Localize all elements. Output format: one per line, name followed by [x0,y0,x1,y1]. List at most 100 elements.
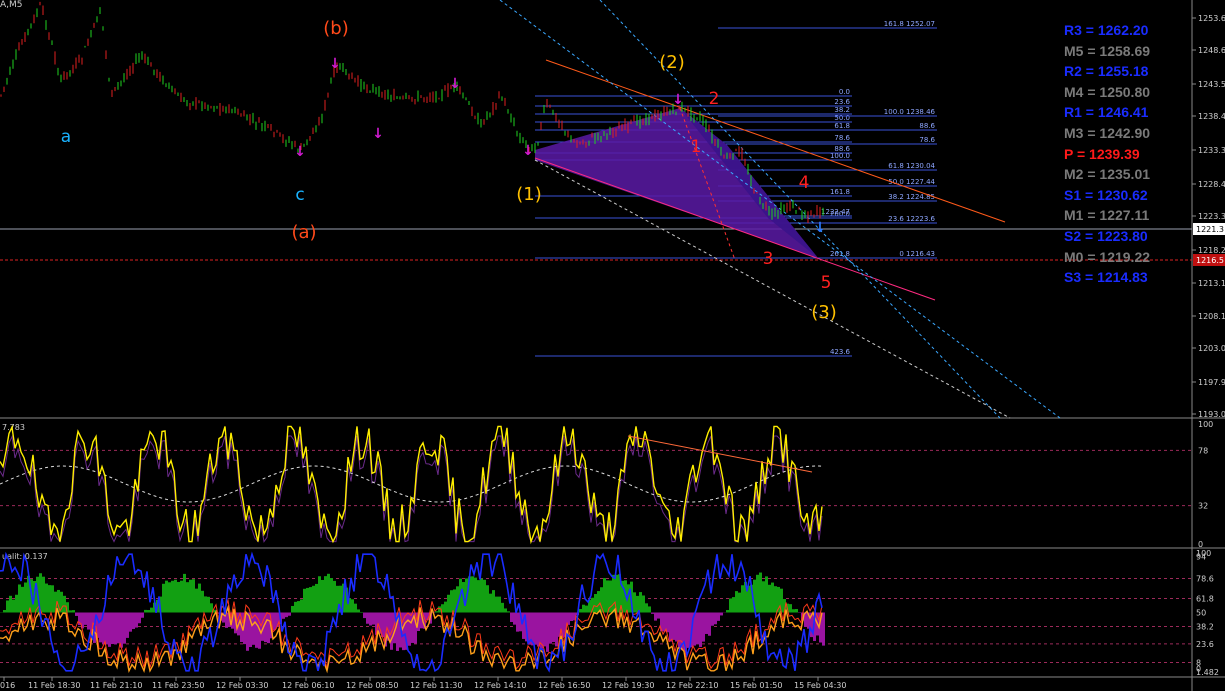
fib-ext-label: 0 1216.43 [899,250,935,258]
osc2-histogram-bar [21,586,24,613]
pivot-levels: R3 = 1262.20 M5 = 1258.69 R2 = 1255.18 M4 =… [1064,20,1224,288]
osc2-histogram-bar [147,610,150,613]
osc2-histogram-bar [582,604,585,613]
fib-level-label: 23.6 [834,98,850,106]
osc2-histogram-bar [729,598,732,613]
osc2-histogram-bar [189,579,192,613]
osc2-histogram-bar [300,599,303,613]
osc2-histogram-bar [354,603,357,613]
osc1-tick-label: 32 [1198,502,1208,511]
osc2-histogram-bar [312,585,315,613]
osc2-histogram-bar [759,572,762,613]
osc2-histogram-bar [606,580,609,613]
osc2-histogram-bar [714,612,717,625]
signal-arrow-icon: ↓ [449,76,461,92]
wave-label: (a) [291,222,316,243]
osc2-histogram-bar [495,596,498,613]
osc2-histogram-bar [99,612,102,643]
osc2-histogram-bar [111,612,114,645]
osc2-histogram-bar [18,584,21,613]
osc2-tick-label: 50 [1196,609,1206,618]
osc2-histogram-bar [285,612,288,618]
osc2-histogram-bar [75,612,78,616]
osc2-tick-label: 61.8 [1196,594,1214,603]
osc2-histogram-bar [738,592,741,613]
osc2-histogram-bar [546,612,549,652]
oscillator-2-panel: 1009478.661.85038.223.6801.482ualit: 0.1… [0,549,1219,677]
osc2-histogram-bar [288,612,291,616]
osc2-histogram-bar [639,592,642,613]
osc2-histogram-bar [12,599,15,613]
osc2-histogram-bar [555,612,558,647]
osc2-histogram-bar [708,612,711,636]
price-tick-label: 1208.1 [1198,312,1225,321]
osc2-histogram-bar [3,610,6,613]
osc2-histogram-bar [282,612,285,619]
osc2-histogram-bar [168,582,171,613]
time-tick-label: 12 Feb 16:50 [538,681,590,690]
osc2-histogram-bar [654,612,657,621]
osc2-histogram-bar [135,612,138,628]
osc2-histogram-bar [126,612,129,638]
pivot-level-11: M0 = 1219.22 [1064,248,1151,265]
osc2-histogram-bar [663,612,666,632]
osc2-histogram-bar [696,612,699,645]
osc2-histogram-bar [504,608,507,613]
osc1-signal-line [0,434,823,544]
oscillator-1-panel: 100 78 32 0 7.783 [0,420,1213,549]
osc2-histogram-bar [474,577,477,613]
fib-ext-label: 38.2 1224.85 [888,193,935,201]
time-tick-label: 15 Feb 04:30 [794,681,846,690]
osc2-histogram-bar [51,585,54,613]
osc2-histogram-bar [717,612,720,621]
time-tick-label: 15 Feb 01:50 [730,681,782,690]
signal-arrow-icon: ↓ [522,143,534,159]
osc1-main-line [0,424,823,545]
fib-ext-label: 88.6 [919,122,935,130]
osc2-histogram-bar [267,612,270,644]
osc2-histogram-bar [186,582,189,613]
osc2-histogram-bar [822,612,825,646]
osc2-histogram-bar [303,588,306,613]
time-axis-ticks: 016 11 Feb 18:30 11 Feb 21:10 11 Feb 23:50 1… [0,677,846,690]
osc2-histogram-bar [645,603,648,613]
osc2-histogram-bar [699,612,702,647]
time-tick-label: 12 Feb 19:30 [602,681,654,690]
osc2-histogram-bar [789,604,792,613]
fib-level-label: 0.0 [839,88,850,96]
osc2-histogram-bar [705,612,708,634]
osc2-histogram-bar [795,609,798,613]
signal-arrow-icon: ↓ [814,220,826,236]
osc2-histogram-bar [177,581,180,613]
osc2-histogram-bar [651,612,654,614]
osc2-histogram-bar [450,590,453,613]
osc2-histogram-bar [123,612,126,644]
osc2-histogram-bar [735,591,738,613]
osc2-histogram-bar [192,579,195,613]
osc2-histogram-bar [771,582,774,613]
osc2-histogram-bar [174,579,177,613]
osc2-histogram-bar [594,594,597,613]
osc2-histogram-bar [165,580,168,613]
osc2-histogram-bar [687,612,690,648]
time-tick-label: 12 Feb 06:10 [282,681,334,690]
osc2-histogram-bar [741,585,744,613]
osc2-histogram-bar [363,612,366,619]
fib-level-label: 38.2 [834,106,850,114]
osc2-histogram-bar [108,612,111,647]
osc2-histogram-bar [105,612,108,645]
osc2-histogram-bar [492,590,495,613]
osc2-histogram-bar [597,591,600,613]
osc2-histogram-bar [642,595,645,613]
pivot-level-7: M2 = 1235.01 [1064,166,1151,183]
fib-level-label: 78.6 [834,134,850,142]
price-tick-label: 1197.9 [1198,378,1225,387]
osc1-header: 7.783 [2,423,25,432]
osc1-tick-label: 0 [1198,540,1203,549]
osc2-histogram-bar [537,612,540,647]
osc2-histogram-bar [207,596,210,613]
time-tick-label: 12 Feb 03:30 [216,681,268,690]
wave-label: 1 [691,137,702,157]
osc2-histogram-bar [6,600,9,613]
chart-canvas[interactable]: 1253.61248.61243.51238.41233.31228.41223… [0,0,1225,691]
